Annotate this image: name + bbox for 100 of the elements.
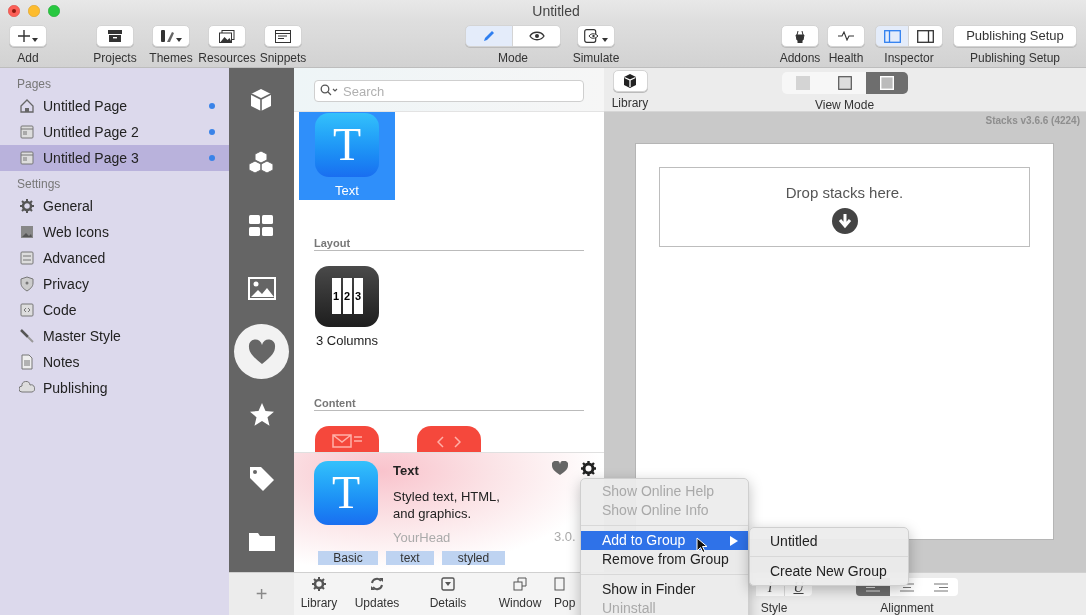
sidebar-item[interactable]: General [0,193,229,219]
settings-icon [581,461,596,476]
document-icon [19,354,35,370]
toolbar-label: Snippets [259,50,307,67]
toolbar-button[interactable] [96,25,134,47]
toolbar-button[interactable] [208,25,246,47]
code-icon [437,436,461,448]
view-mode-segment[interactable] [865,72,908,94]
publishing-setup-button[interactable]: Publishing Setup [953,25,1077,47]
heart-icon [247,338,276,365]
sidebar-item[interactable]: Publishing [0,375,229,401]
toolbar-label: Add [17,50,39,67]
segment-button[interactable] [513,25,561,47]
pointer-icon [696,537,707,554]
rail-tab[interactable] [234,324,289,379]
text-stack-icon: T [314,461,378,525]
tag-chip[interactable]: styled [442,551,505,565]
sidebar-item[interactable]: Untitled Page 2 [0,119,229,145]
simulate-button[interactable] [577,25,615,47]
addons-button[interactable] [781,25,819,47]
plug-icon [793,29,807,43]
popover-icon [554,577,568,591]
toolbar-label: Publishing Setup [969,50,1061,67]
sidebar-item[interactable]: Notes [0,349,229,375]
pencil-icon [482,29,496,43]
toolbar-label: Simulate [572,50,620,67]
toolbar-button[interactable] [152,25,190,47]
submenu-arrow-icon [730,535,738,546]
tag-chip[interactable]: Basic [318,551,378,565]
menu-item[interactable]: Remove from Group [581,550,748,569]
search-icon [320,83,338,96]
add-button[interactable] [9,25,47,47]
sidebar-item[interactable]: Web Icons [0,219,229,245]
toolbar-label: Library [611,95,649,112]
segment-button[interactable] [909,25,943,47]
shield-icon [19,276,35,292]
caret-icon [176,38,182,42]
cube-icon [622,73,638,89]
image-icon [19,224,35,240]
align-right-icon [934,582,948,592]
toolbar-label: Themes [149,50,193,67]
search-field[interactable]: Search [314,80,584,102]
plus-icon [18,30,30,42]
images-icon [219,29,235,43]
sidebar-item[interactable]: Advanced [0,245,229,271]
stack-author: YourHead [393,529,452,547]
bottom-tab[interactable]: Details [410,577,486,612]
columns-stack-icon: 1 2 3 [315,266,379,327]
gear-icon [19,198,35,214]
image-icon [247,275,276,302]
tag-chip[interactable]: text [386,551,434,565]
envelope-icon [332,434,362,448]
page-icon [19,124,35,140]
pulse-icon [838,31,854,41]
gear-icon [312,577,326,591]
toolbar-label: Mode [498,50,528,67]
group-heading: Layout [314,237,351,249]
stack-name: Text [335,181,359,200]
square-icon [879,76,894,90]
caret-icon [32,38,38,42]
details-icon [441,577,455,591]
device-eye-icon [584,29,600,43]
sidebar-item[interactable]: Privacy [0,271,229,297]
sidebar-item[interactable]: Code [0,297,229,323]
home-icon [19,98,35,114]
menu-item[interactable]: Untitled [750,532,908,551]
toolbar-label: Inspector [884,50,934,67]
section-heading: Settings [16,176,62,193]
grid-icon [247,212,276,239]
cloud-icon [19,380,35,396]
health-button[interactable] [827,25,865,47]
refresh-icon [370,577,384,591]
bottom-tab[interactable]: Updates [344,577,410,612]
toolbar-label: Health [828,50,864,67]
bottom-tab[interactable]: Window [486,577,554,612]
caret-icon [602,38,608,42]
menu-item[interactable]: Create New Group [750,562,908,581]
left-panel-icon [883,29,901,43]
sidebar-item[interactable]: Untitled Page [0,93,229,119]
toolbar-label: Alignment [880,600,934,615]
drop-zone-label: Drop stacks here. [785,183,904,203]
toolbar-label: Addons [779,50,821,67]
sidebar-item[interactable]: Master Style [0,323,229,349]
eye-icon [528,31,545,41]
code-icon [19,302,35,318]
menu-item[interactable]: Add to Group [581,531,748,550]
page-icon [19,150,35,166]
library-button[interactable] [612,70,648,92]
section-heading: Pages [16,76,53,93]
toolbar-label: Style [760,600,788,615]
window-title: Untitled [532,1,580,21]
sidebar-item[interactable]: Untitled Page 3 [0,145,229,171]
view-mode-segment[interactable] [823,72,866,94]
stack-tile[interactable]: 1 2 3 3 Columns [299,266,395,350]
stack-name: 3 Columns [315,331,379,350]
square-icon [795,76,810,90]
bottom-tab[interactable]: Library [294,577,344,612]
tag-icon [247,464,276,491]
toolbar-label: Projects [93,50,137,67]
toolbar-button[interactable] [264,25,302,47]
